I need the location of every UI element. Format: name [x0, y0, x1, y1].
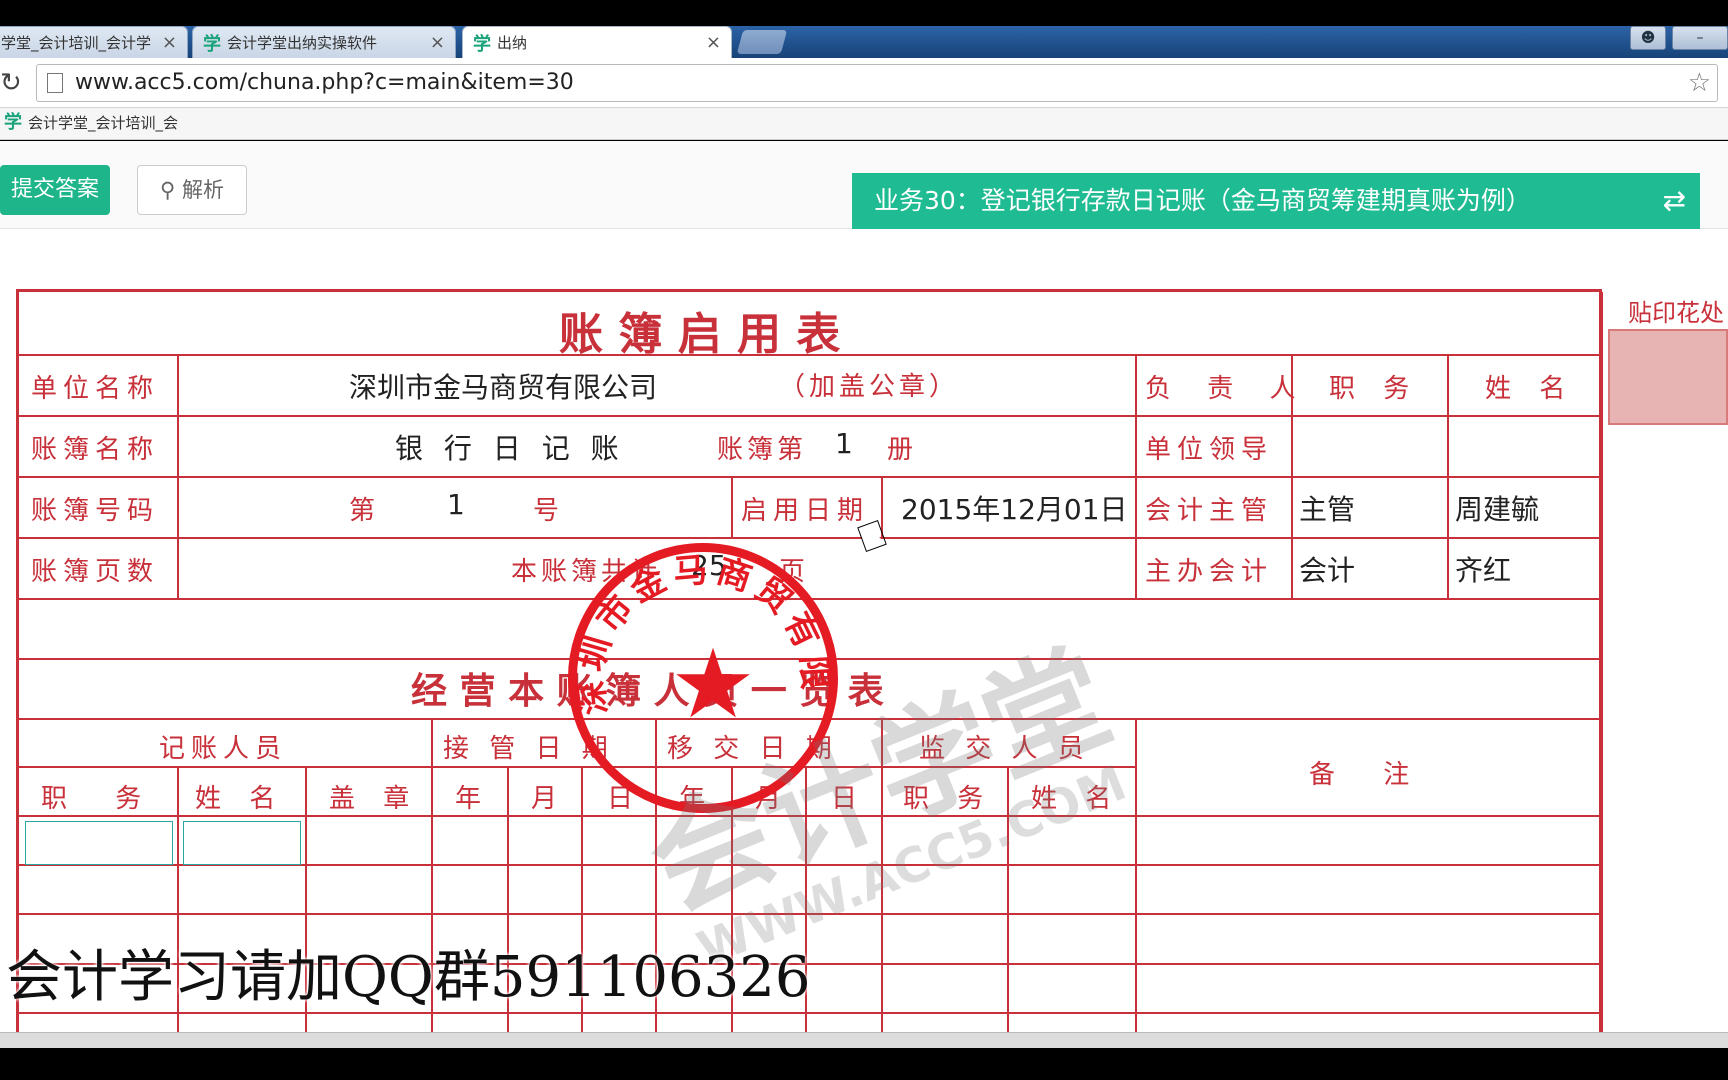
- takeover-date-header: 接 管 日 期: [443, 734, 614, 764]
- unit-name-label: 单位名称: [31, 374, 160, 404]
- unit-leader-label: 单位领导: [1145, 435, 1274, 465]
- book-number-label: 账簿号码: [31, 496, 160, 526]
- pages-label: 账簿页数: [31, 557, 160, 587]
- ledger-form: 账 簿 启 用 表 单位名称 深圳市金马商贸有限公司 （加盖公章） 负 责 人 …: [16, 289, 1603, 1032]
- tab-3-label: 出纳: [497, 34, 528, 52]
- new-tab-button[interactable]: [736, 30, 788, 54]
- title-header: 职 务: [1329, 374, 1420, 404]
- supervisor-header: 监 交 人 员: [919, 734, 1090, 764]
- bookkeeper-header: 记账人员: [159, 734, 288, 764]
- staff-seal-header: 盖 章: [329, 784, 420, 814]
- tab-strip: 学堂_会计培训_会计学 × 学 会计学堂出纳实操软件 × 学 出纳 × ☻ –: [0, 26, 1728, 58]
- pages-suffix: 页: [779, 557, 806, 587]
- chief-accountant-label: 会计主管: [1145, 496, 1274, 526]
- bookmark-item[interactable]: 学会计学堂_会计培训_会: [4, 112, 179, 133]
- action-bar: 提交答案 ⚲ 解析 业务30：登记银行存款日记账（金马商贸筹建期真账为例） ⇄: [0, 141, 1728, 229]
- volume-number: 1: [835, 427, 853, 460]
- start-date-value: 2015年12月01日: [901, 493, 1128, 526]
- link-icon: ⚲: [159, 178, 176, 202]
- page-icon: [47, 73, 63, 93]
- chief-accountant-name: 周建毓: [1455, 493, 1540, 526]
- close-icon[interactable]: ×: [430, 32, 445, 53]
- book-name-label: 账簿名称: [31, 435, 160, 465]
- unit-name-value: 深圳市金马商贸有限公司: [349, 371, 658, 404]
- swap-icon[interactable]: ⇄: [1663, 173, 1686, 229]
- book-name-value: 银 行 日 记 账: [395, 432, 625, 465]
- handover-year-header: 年: [679, 784, 712, 814]
- accountant-label: 主办会计: [1145, 557, 1274, 587]
- close-icon[interactable]: ×: [706, 32, 721, 53]
- close-icon[interactable]: ×: [162, 32, 177, 53]
- bookmarks-bar: 学会计学堂_会计培训_会: [0, 108, 1728, 140]
- page-content: 提交答案 ⚲ 解析 业务30：登记银行存款日记账（金马商贸筹建期真账为例） ⇄: [0, 141, 1728, 1032]
- book-number-prefix: 第: [349, 496, 376, 526]
- staff-name-header: 姓 名: [195, 784, 286, 814]
- url-text: www.acc5.com/chuna.php?c=main&item=30: [75, 70, 574, 95]
- accountant-name: 齐红: [1455, 554, 1512, 587]
- responsible-header: 负 责 人: [1145, 374, 1310, 404]
- supervisor-name-header: 姓 名: [1031, 784, 1122, 814]
- site-logo-icon: 学: [4, 112, 22, 133]
- volume-suffix: 册: [887, 435, 914, 465]
- chief-accountant-title: 主管: [1299, 493, 1356, 526]
- remarks-header: 备 注: [1309, 760, 1430, 790]
- book-number-suffix: 号: [533, 496, 560, 526]
- supervisor-title-header: 职 务: [903, 784, 994, 814]
- book-number-value: 1: [447, 488, 465, 521]
- takeover-day-header: 日: [607, 784, 640, 814]
- analysis-label: 解析: [182, 178, 225, 202]
- bookmark-label: 会计学堂_会计培训_会: [28, 114, 179, 132]
- tab-1[interactable]: 学堂_会计培训_会计学 ×: [0, 26, 188, 58]
- task-title-banner: 业务30：登记银行存款日记账（金马商贸筹建期真账为例） ⇄: [852, 173, 1700, 229]
- reload-icon[interactable]: ↻: [0, 68, 22, 98]
- analysis-button[interactable]: ⚲ 解析: [137, 165, 247, 215]
- staff-table-title: 经 营 本 账 簿 人 员 一 览 表: [411, 670, 884, 712]
- status-bar: [0, 1032, 1728, 1048]
- task-title: 业务30：登记银行存款日记账（金马商贸筹建期真账为例）: [874, 186, 1531, 215]
- user-icon[interactable]: ☻: [1630, 26, 1666, 50]
- tab-2[interactable]: 学 会计学堂出纳实操软件 ×: [192, 26, 456, 58]
- takeover-month-header: 月: [531, 784, 564, 814]
- pages-count: 25: [691, 549, 727, 582]
- revenue-stamp-image: [1608, 329, 1728, 425]
- site-logo-icon: 学: [203, 33, 221, 55]
- seal-hint: （加盖公章）: [779, 372, 960, 402]
- pages-prefix: 本账簿共计: [511, 557, 662, 587]
- revenue-stamp-area: 贴印花处: [1602, 289, 1728, 1032]
- tab-1-label: 学堂_会计培训_会计学: [1, 34, 152, 52]
- stamp-label: 贴印花处: [1628, 299, 1724, 327]
- tab-3[interactable]: 学 出纳 ×: [462, 26, 732, 58]
- site-logo-icon: 学: [473, 33, 491, 55]
- accountant-title: 会计: [1299, 554, 1356, 587]
- handover-day-header: 日: [831, 784, 864, 814]
- staff-title-header: 职 务: [41, 784, 162, 814]
- staff-title-input[interactable]: [25, 821, 173, 865]
- video-caption: 会计学习请加QQ群591106326: [6, 945, 811, 1010]
- bookmark-star-icon[interactable]: ☆: [1688, 65, 1711, 101]
- volume-prefix: 账簿第: [717, 435, 808, 465]
- takeover-year-header: 年: [455, 784, 488, 814]
- tab-2-label: 会计学堂出纳实操软件: [227, 34, 378, 52]
- submit-answer-button[interactable]: 提交答案: [0, 165, 110, 215]
- name-header: 姓 名: [1485, 374, 1576, 404]
- minimize-button[interactable]: –: [1672, 26, 1728, 50]
- screen: 学堂_会计培训_会计学 × 学 会计学堂出纳实操软件 × 学 出纳 × ☻ – …: [0, 0, 1728, 1080]
- start-date-label: 启用日期: [741, 496, 870, 526]
- ledger-title: 账 簿 启 用 表: [559, 309, 841, 360]
- staff-name-input[interactable]: [183, 821, 301, 865]
- handover-date-header: 移 交 日 期: [667, 734, 838, 764]
- handover-month-header: 月: [755, 784, 788, 814]
- address-bar[interactable]: www.acc5.com/chuna.php?c=main&item=30 ☆: [36, 64, 1718, 102]
- browser-toolbar: ↻ www.acc5.com/chuna.php?c=main&item=30 …: [0, 58, 1728, 108]
